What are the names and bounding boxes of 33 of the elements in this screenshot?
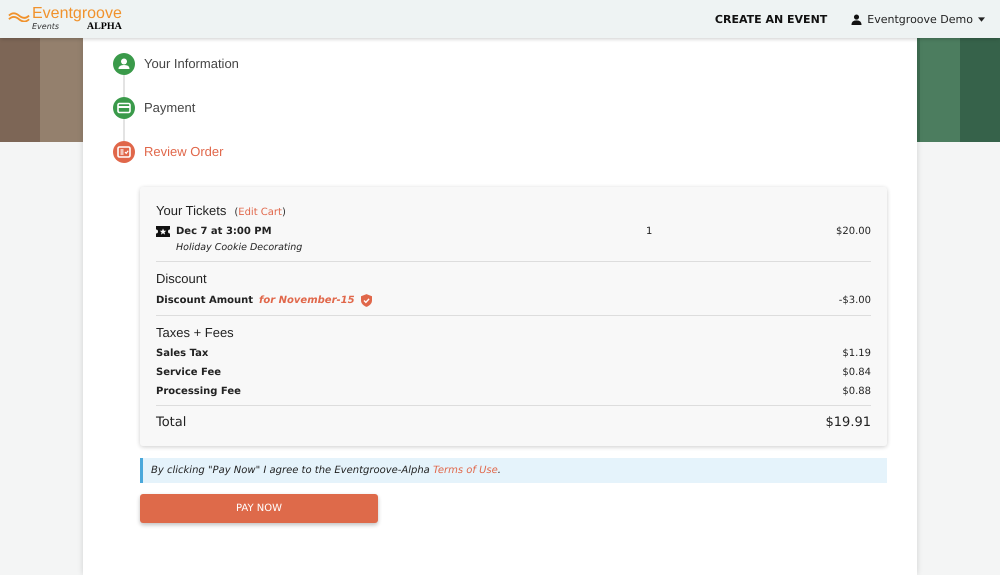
ticket-date: Dec 7 at 3:00 PM [176,226,272,237]
event-name: Holiday Cookie Decorating [176,242,304,253]
section-title: Taxes + Fees [156,325,234,340]
fee-amount: $1.19 [842,348,871,359]
fee-label: Processing Fee [156,386,241,397]
discount-amount: -$3.00 [838,295,871,306]
section-title: Your Tickets [156,203,226,218]
terms-notice: By clicking "Pay Now" I agree to the Eventgroove-Alpha Terms of Use. [140,458,887,483]
step-label[interactable]: Your Information [144,53,239,75]
logo-subtitle: Events [32,23,60,31]
logo-alpha-label: ALPHA [86,22,122,32]
user-icon [851,14,862,24]
total-label: Total [156,415,186,430]
ticket-icon [156,226,170,237]
step-label[interactable]: Payment [144,97,196,119]
fee-amount: $0.88 [842,386,871,397]
fee-label: Service Fee [156,367,222,378]
total-amount: $19.91 [826,415,871,430]
shield-check-icon [360,294,372,307]
user-menu[interactable]: Eventgroove Demo [851,12,985,26]
ticket-price: $20.00 [836,226,871,237]
discount-label: Discount Amount [156,295,254,306]
parenthesis: ( [234,207,238,218]
logo-name: Eventgroove [32,6,122,22]
fee-label: Sales Tax [156,348,208,359]
fee-amount: $0.84 [842,367,871,378]
discount-code: for November-15 [259,295,355,306]
create-event-link[interactable]: CREATE AN EVENT [714,12,828,26]
parenthesis: ) [282,207,286,218]
ticket-quantity: 1 [646,226,654,237]
wave-logo-icon [8,11,30,22]
section-title: Discount [156,271,207,286]
caret-icon [978,16,985,22]
